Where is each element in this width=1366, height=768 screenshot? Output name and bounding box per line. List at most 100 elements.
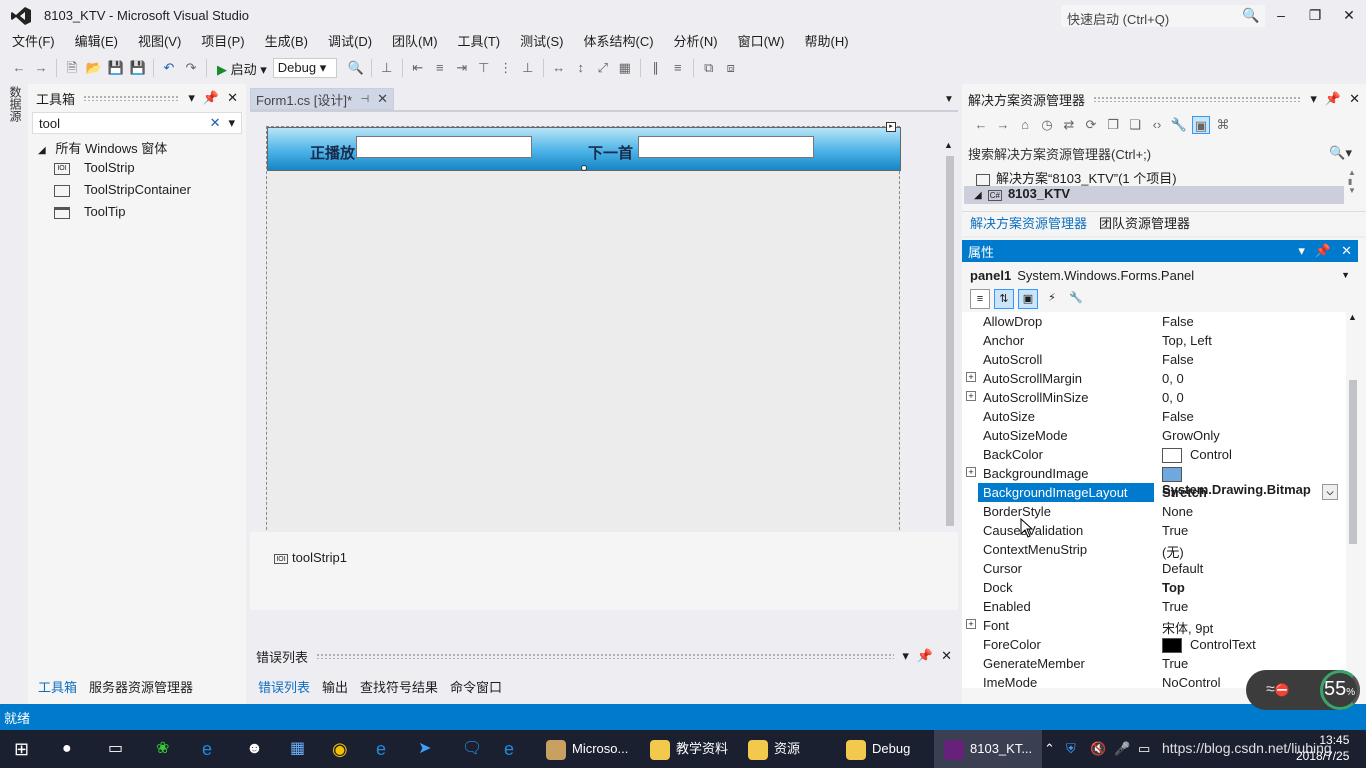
align-centers-icon[interactable]: ≡ (431, 59, 449, 77)
form1-canvas[interactable]: 正播放 下一首 ▸ (266, 122, 901, 560)
close-window-button[interactable]: ✕ (1334, 4, 1364, 26)
chat-bubble-icon[interactable]: 🗨 (462, 736, 482, 762)
sync-icon[interactable]: ⇄ (1060, 116, 1078, 134)
align-bottoms-icon[interactable]: ⊥ (519, 59, 537, 77)
align-lefts-icon[interactable]: ⇤ (409, 59, 427, 77)
property-value[interactable]: Top (1156, 578, 1342, 597)
solution-scrollbar[interactable]: ▲ ▮ ▼ (1348, 168, 1358, 208)
document-list-chevron-icon[interactable]: ▼ (944, 94, 954, 105)
bring-to-front-icon[interactable]: ⧉ (700, 59, 718, 77)
restore-button[interactable]: ❐ (1300, 4, 1330, 26)
property-value[interactable]: True (1156, 597, 1342, 616)
tray-item-toolstrip1[interactable]: IOI toolStrip1 (274, 550, 347, 565)
make-same-width-icon[interactable]: ↔ (550, 59, 568, 77)
scroll-thumb[interactable] (1349, 380, 1357, 544)
smart-tag-icon[interactable]: ▸ (886, 122, 896, 132)
property-name[interactable]: AutoSize (978, 407, 1154, 426)
toolbox-item-toolstripcontainer[interactable]: ToolStripContainer (54, 182, 191, 202)
network-speed-widget[interactable]: ≈⛔ 55% (1246, 670, 1360, 710)
property-name[interactable]: Font (978, 616, 1154, 635)
close-icon[interactable]: ✕ (941, 648, 952, 664)
menu-test[interactable]: 测试(S) (510, 32, 573, 52)
scroll-up-icon[interactable]: ▲ (1348, 312, 1357, 322)
property-value[interactable]: False (1156, 407, 1342, 426)
qq-icon[interactable]: ☻ (246, 736, 263, 762)
pin-icon[interactable]: 📌 (917, 648, 933, 664)
save-icon[interactable]: 💾 (107, 59, 125, 77)
property-value[interactable]: False (1156, 350, 1342, 369)
send-to-back-icon[interactable]: ⧈ (722, 59, 740, 77)
next-song-textbox[interactable] (638, 136, 814, 158)
configuration-dropdown[interactable]: Debug ▾ (272, 58, 337, 78)
drag-grip[interactable] (316, 653, 895, 659)
property-grid-scrollbar[interactable]: ▲ (1346, 312, 1360, 688)
collapse-all-icon[interactable]: ❐ (1104, 116, 1122, 134)
undo-icon[interactable]: ↶ (160, 59, 178, 77)
menu-window[interactable]: 窗口(W) (728, 32, 795, 52)
browser-360-icon[interactable]: ◉ (332, 736, 348, 762)
align-middles-icon[interactable]: ⋮ (497, 59, 515, 77)
property-value[interactable]: False (1156, 312, 1342, 331)
property-row[interactable]: + AutoScrollMinSize 0, 0 (962, 388, 1346, 407)
menu-file[interactable]: 文件(F) (2, 32, 65, 52)
property-row[interactable]: AutoScroll False (962, 350, 1346, 369)
messenger-icon[interactable]: ➤ (418, 736, 431, 762)
tab-command-window[interactable]: 命令窗口 (444, 677, 508, 696)
toolbox-group[interactable]: ◢ 所有 Windows 窗体 (38, 138, 167, 158)
properties-icon[interactable]: 🔧 (1170, 116, 1188, 134)
volume-muted-icon[interactable]: 🔇 (1090, 736, 1106, 762)
property-row[interactable]: AutoSizeMode GrowOnly (962, 426, 1346, 445)
categorized-icon[interactable]: ≡ (970, 289, 990, 309)
solution-node[interactable]: 解决方案“8103_KTV”(1 个项目) (976, 168, 1177, 186)
dropdown-icon[interactable]: ▾ (188, 90, 195, 106)
property-value[interactable]: ControlText (1156, 635, 1342, 654)
property-name[interactable]: Enabled (978, 597, 1154, 616)
forward-icon[interactable]: → (994, 116, 1012, 134)
menu-architecture[interactable]: 体系结构(C) (573, 32, 663, 52)
property-name[interactable]: AllowDrop (978, 312, 1154, 331)
dropdown-icon[interactable]: ▾ (1310, 91, 1317, 107)
make-same-height-icon[interactable]: ↕ (572, 59, 590, 77)
events-icon[interactable]: ⚡ (1042, 289, 1062, 309)
edge-icon[interactable]: e (202, 736, 212, 762)
menu-team[interactable]: 团队(M) (382, 32, 448, 52)
now-playing-textbox[interactable] (356, 136, 532, 158)
tab-solution-explorer[interactable]: 解决方案资源管理器 (964, 213, 1093, 232)
menu-edit[interactable]: 编辑(E) (65, 32, 128, 52)
class-diagram-icon[interactable]: ⌘ (1214, 116, 1232, 134)
property-name[interactable]: AutoSizeMode (978, 426, 1154, 445)
property-row[interactable]: Dock Top (962, 578, 1346, 597)
property-value[interactable]: Control (1156, 445, 1342, 464)
designer-vertical-scrollbar[interactable]: ▲ ▼ (942, 140, 958, 582)
minimize-button[interactable]: – (1266, 4, 1296, 26)
property-name[interactable]: CausesValidation (978, 521, 1154, 540)
properties-view-icon[interactable]: ▣ (1018, 289, 1038, 309)
tray-chevron-up-icon[interactable]: ⌃ (1044, 736, 1055, 762)
property-row[interactable]: Cursor Default (962, 559, 1346, 578)
tab-server-explorer[interactable]: 服务器资源管理器 (83, 677, 199, 696)
pin-icon[interactable]: 📌 (203, 90, 219, 106)
new-project-icon[interactable]: 🗎 (63, 59, 81, 77)
property-row[interactable]: + Font 宋体, 9pt (962, 616, 1346, 636)
tab-toolbox[interactable]: 工具箱 (32, 677, 83, 696)
pin-icon[interactable]: ⊣ (360, 94, 369, 105)
property-row[interactable]: AllowDrop False (962, 312, 1346, 331)
property-name[interactable]: Dock (978, 578, 1154, 597)
property-row[interactable]: + AutoScrollMargin 0, 0 (962, 369, 1346, 388)
align-tops-icon[interactable]: ⊤ (475, 59, 493, 77)
search-icon[interactable]: 🔍▾ (1329, 145, 1352, 161)
drag-grip[interactable] (1093, 96, 1303, 102)
menu-help[interactable]: 帮助(H) (795, 32, 859, 52)
menu-view[interactable]: 视图(V) (128, 32, 191, 52)
windows-start-icon[interactable]: ⊞ (14, 736, 29, 762)
task-view-icon[interactable]: ▭ (108, 736, 123, 762)
property-row[interactable]: AutoSize False (962, 407, 1346, 426)
property-value[interactable]: True (1156, 521, 1342, 540)
scroll-up-icon[interactable]: ▲ (944, 140, 953, 150)
property-row[interactable]: BackColor Control (962, 445, 1346, 464)
pending-changes-icon[interactable]: ◷ (1038, 116, 1056, 134)
solution-search-input[interactable]: 搜索解决方案资源管理器(Ctrl+;) 🔍▾ (962, 142, 1358, 164)
taskbar-app-resources[interactable]: 资源 (738, 730, 810, 768)
menu-build[interactable]: 生成(B) (255, 32, 318, 52)
toolbox-search-input[interactable]: tool ✕ ▾ (32, 112, 242, 134)
